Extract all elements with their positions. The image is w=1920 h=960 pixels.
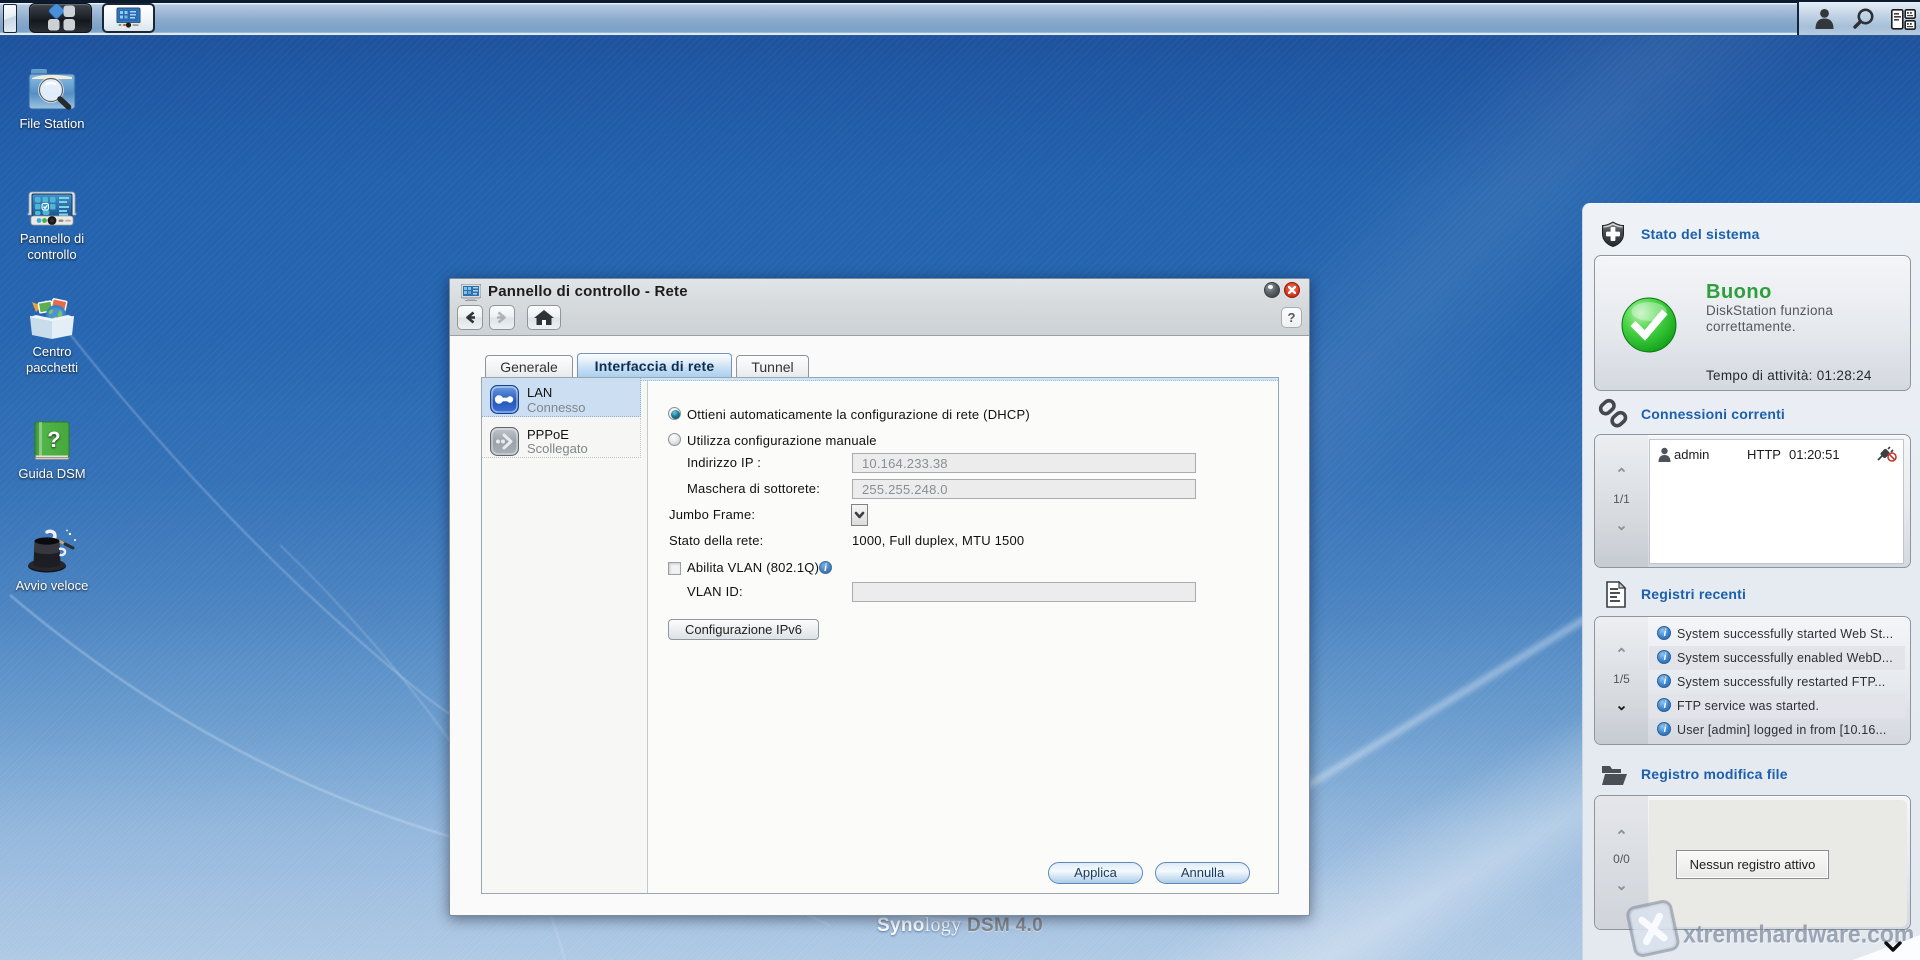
svg-text:?: ?: [47, 427, 60, 452]
